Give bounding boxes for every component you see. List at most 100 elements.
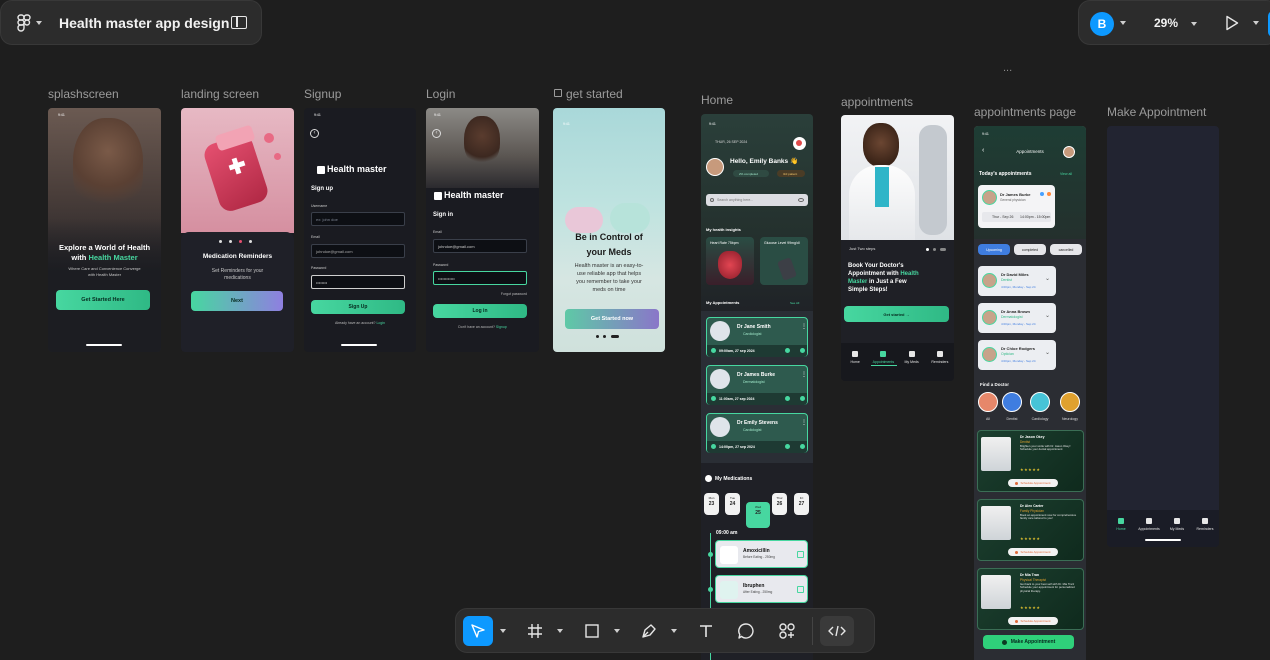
zoom-control[interactable]: 29% — [1147, 12, 1203, 36]
search-input[interactable]: Search anything here... — [706, 194, 808, 206]
nav-label[interactable]: My Meds — [897, 360, 927, 364]
frame-get-started[interactable]: 9:41 Be in Control of your Meds Health m… — [553, 108, 665, 352]
video-icon[interactable] — [1047, 192, 1051, 196]
notification-bell-icon[interactable] — [793, 137, 806, 150]
appt-tab[interactable]: completed — [1014, 244, 1046, 255]
frame-label-landing[interactable]: landing screen — [181, 87, 259, 101]
nav-icon[interactable] — [1146, 518, 1152, 524]
see-all-link[interactable]: See All — [790, 301, 799, 305]
chevron-down-icon[interactable]: ⌄ — [1045, 349, 1050, 356]
category-icon[interactable] — [978, 392, 998, 412]
frame-home[interactable]: 9:41 THUR, 26 SEP 2024 Hello, Emily Bank… — [701, 114, 813, 660]
username-field[interactable]: ex: john doe — [311, 212, 405, 226]
frame-appointments[interactable]: Just Two steps Book Your Doctor's Appoin… — [841, 115, 954, 381]
chat-icon[interactable] — [785, 396, 790, 401]
schedule-appointment-button[interactable]: Schedule Appointment — [1008, 479, 1058, 487]
nav-label[interactable]: My Meds — [1162, 527, 1192, 531]
chevron-down-icon[interactable] — [557, 629, 563, 633]
password-field[interactable]: •••••••• — [311, 275, 405, 289]
nav-icon[interactable] — [1174, 518, 1180, 524]
nav-icon[interactable] — [908, 351, 915, 357]
frame-label-home[interactable]: Home — [701, 93, 733, 107]
day-chip[interactable]: Thur 26 — [772, 493, 787, 515]
user-avatar[interactable] — [1063, 146, 1075, 158]
frame-label-splashscreen[interactable]: splashscreen — [48, 87, 119, 101]
doctor-card[interactable]: Dr Alex Carter Family Physician Book an ap… — [977, 499, 1084, 561]
nav-icon[interactable] — [1202, 518, 1208, 524]
get-started-button[interactable]: Get Started Here — [56, 290, 150, 310]
phone-icon[interactable] — [800, 396, 805, 401]
chevron-down-icon[interactable] — [1120, 21, 1126, 25]
day-chip[interactable]: Fri 27 — [794, 493, 809, 515]
checkbox[interactable] — [797, 586, 804, 593]
checkbox[interactable] — [797, 551, 804, 558]
nav-icon[interactable] — [880, 351, 887, 357]
frame-label-login[interactable]: Login — [426, 87, 455, 101]
nav-label[interactable]: Reminders — [925, 360, 954, 364]
appointment-card[interactable]: Dr Emily Stevens Cardiologist ⋮ 14:00pm, 27… — [706, 413, 808, 453]
frame-make-appointment[interactable]: Home Appointments My Meds Reminders — [1107, 126, 1219, 547]
comment-tool[interactable] — [731, 616, 761, 646]
figma-menu-icon[interactable] — [17, 14, 31, 32]
signup-link[interactable]: Signup — [496, 325, 507, 329]
featured-appointment-card[interactable]: Dr James Burke General physician Thur - … — [978, 185, 1055, 228]
chevron-down-icon[interactable] — [500, 629, 506, 633]
nav-label[interactable]: Reminders — [1190, 527, 1219, 531]
appointment-row[interactable]: Dr David Miles Dentist 4:00pm, Monday - Se… — [978, 266, 1056, 296]
text-tool[interactable] — [691, 616, 721, 646]
password-field[interactable]: •••••••••••• — [433, 271, 527, 285]
appointment-card[interactable]: Dr Jane Smith Cardiologist ⋮ 09:00am, 27 se… — [706, 317, 808, 357]
make-appointment-button[interactable]: Make Appointment — [983, 635, 1074, 649]
nav-label[interactable]: Appointments — [868, 360, 898, 364]
phone-icon[interactable] — [800, 444, 805, 449]
chevron-down-icon[interactable]: ⌄ — [1045, 312, 1050, 319]
category-icon[interactable] — [1002, 392, 1022, 412]
medication-card[interactable]: Amoxicillin Before Eating - 250mg — [715, 540, 808, 568]
category-label[interactable]: Cardiology — [1024, 417, 1056, 421]
nav-label[interactable]: Home — [1107, 527, 1136, 531]
frame-label-signup[interactable]: Signup — [304, 87, 341, 101]
frame-landing[interactable]: Medication Reminders Set Reminders for y… — [181, 108, 294, 352]
medication-card[interactable]: Ibruphen After Eating - 250mg — [715, 575, 808, 603]
heart-rate-card[interactable]: Heart Rate 75bpm — [706, 237, 754, 285]
day-chip[interactable]: Wed 25 — [746, 502, 770, 528]
nav-icon[interactable] — [1118, 518, 1124, 524]
day-chip[interactable]: Tue 24 — [725, 493, 740, 515]
shape-tool[interactable] — [577, 616, 607, 646]
phone-icon[interactable] — [800, 348, 805, 353]
login-button[interactable]: Log in — [433, 304, 527, 318]
frame-splashscreen[interactable]: 9:41 Explore a World of Health with Heal… — [48, 108, 161, 352]
appointment-row[interactable]: Dr Chloe Rodgers Optician 4:00pm, Monday -… — [978, 340, 1056, 370]
frame-tool[interactable] — [520, 616, 550, 646]
frame-label-make-appointment[interactable]: Make Appointment — [1107, 105, 1206, 119]
appt-tab[interactable]: cancelled — [1050, 244, 1082, 255]
chat-icon[interactable] — [785, 444, 790, 449]
more-icon[interactable]: ⋮ — [801, 372, 807, 378]
category-label[interactable]: Neurology — [1054, 417, 1086, 421]
frame-login[interactable]: 9:41 ‹ Health master Sign in Email johnd… — [426, 108, 539, 352]
more-icon[interactable]: ⋮ — [801, 420, 807, 426]
chevron-down-icon[interactable]: ⌄ — [1045, 275, 1050, 282]
day-chip[interactable]: Mon 23 — [704, 493, 719, 515]
appointment-row[interactable]: Dr Anna Brown Dermatologist 4:00pm, Monday… — [978, 303, 1056, 333]
schedule-appointment-button[interactable]: Schedule Appointment — [1008, 548, 1058, 556]
appt-get-started-button[interactable]: Get started → — [844, 306, 949, 322]
schedule-appointment-button[interactable]: Schedule Appointment — [1008, 617, 1058, 625]
present-play-icon[interactable] — [1225, 15, 1239, 36]
nav-icon[interactable] — [852, 351, 859, 357]
nav-icon[interactable] — [936, 351, 943, 357]
file-title[interactable]: Health master app design — [59, 15, 229, 31]
chevron-down-icon[interactable] — [1253, 21, 1259, 25]
frame-label-appointments[interactable]: appointments — [841, 95, 913, 109]
forgot-password-link[interactable]: Forgot password — [501, 292, 527, 296]
get-started-now-button[interactable]: Get Started now — [565, 309, 659, 329]
view-all-link[interactable]: View all — [1060, 172, 1072, 176]
more-icon[interactable]: ⋮ — [801, 324, 807, 330]
nav-label[interactable]: Appointments — [1134, 527, 1164, 531]
category-icon[interactable] — [1060, 392, 1080, 412]
pen-tool[interactable] — [634, 616, 664, 646]
chevron-down-icon[interactable] — [671, 629, 677, 633]
frame-appointments-page[interactable]: 9:41 ‹ Appointments Today's appointments… — [974, 126, 1086, 660]
frame-signup[interactable]: 9:41 ‹ Health master Sign up Username ex… — [304, 108, 416, 352]
doctor-card[interactable]: Dr Mia Tran Physical Therapist Get back to… — [977, 568, 1084, 630]
